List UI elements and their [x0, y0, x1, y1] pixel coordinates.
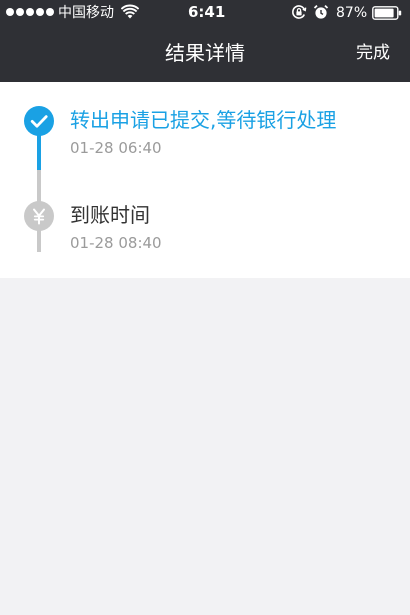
battery-icon [372, 6, 402, 20]
yen-icon [24, 201, 54, 231]
step-time: 01-28 06:40 [70, 139, 162, 157]
wifi-icon [121, 4, 139, 19]
timeline-progress [37, 134, 41, 170]
battery-percentage: 87% [336, 5, 368, 21]
result-details-screen: 中国移动 6:41 87% 结果详情 完成 转出申请已提交,等待银行处理 01-… [0, 0, 410, 615]
done-button[interactable]: 完成 [356, 41, 390, 65]
timeline-card: 转出申请已提交,等待银行处理 01-28 06:40 到账时间 01-28 08… [0, 82, 410, 278]
page-title: 结果详情 [165, 41, 245, 65]
timeline-step-submitted: 转出申请已提交,等待银行处理 01-28 06:40 [70, 107, 336, 157]
status-time: 6:41 [188, 3, 226, 21]
step-title: 到账时间 [70, 203, 150, 227]
nav-bar: 结果详情 完成 [0, 26, 410, 82]
header: 中国移动 6:41 87% 结果详情 完成 [0, 0, 410, 82]
status-bar: 中国移动 6:41 87% [0, 0, 410, 26]
step-time: 01-28 08:40 [70, 234, 162, 252]
check-icon [24, 106, 54, 136]
signal-strength-icon [6, 8, 54, 16]
rotation-lock-icon [292, 5, 307, 19]
alarm-icon [313, 4, 329, 19]
timeline-step-arrival: 到账时间 01-28 08:40 [70, 202, 162, 252]
carrier-name: 中国移动 [58, 5, 114, 21]
step-title: 转出申请已提交,等待银行处理 [70, 108, 337, 132]
timeline-track [37, 134, 41, 252]
